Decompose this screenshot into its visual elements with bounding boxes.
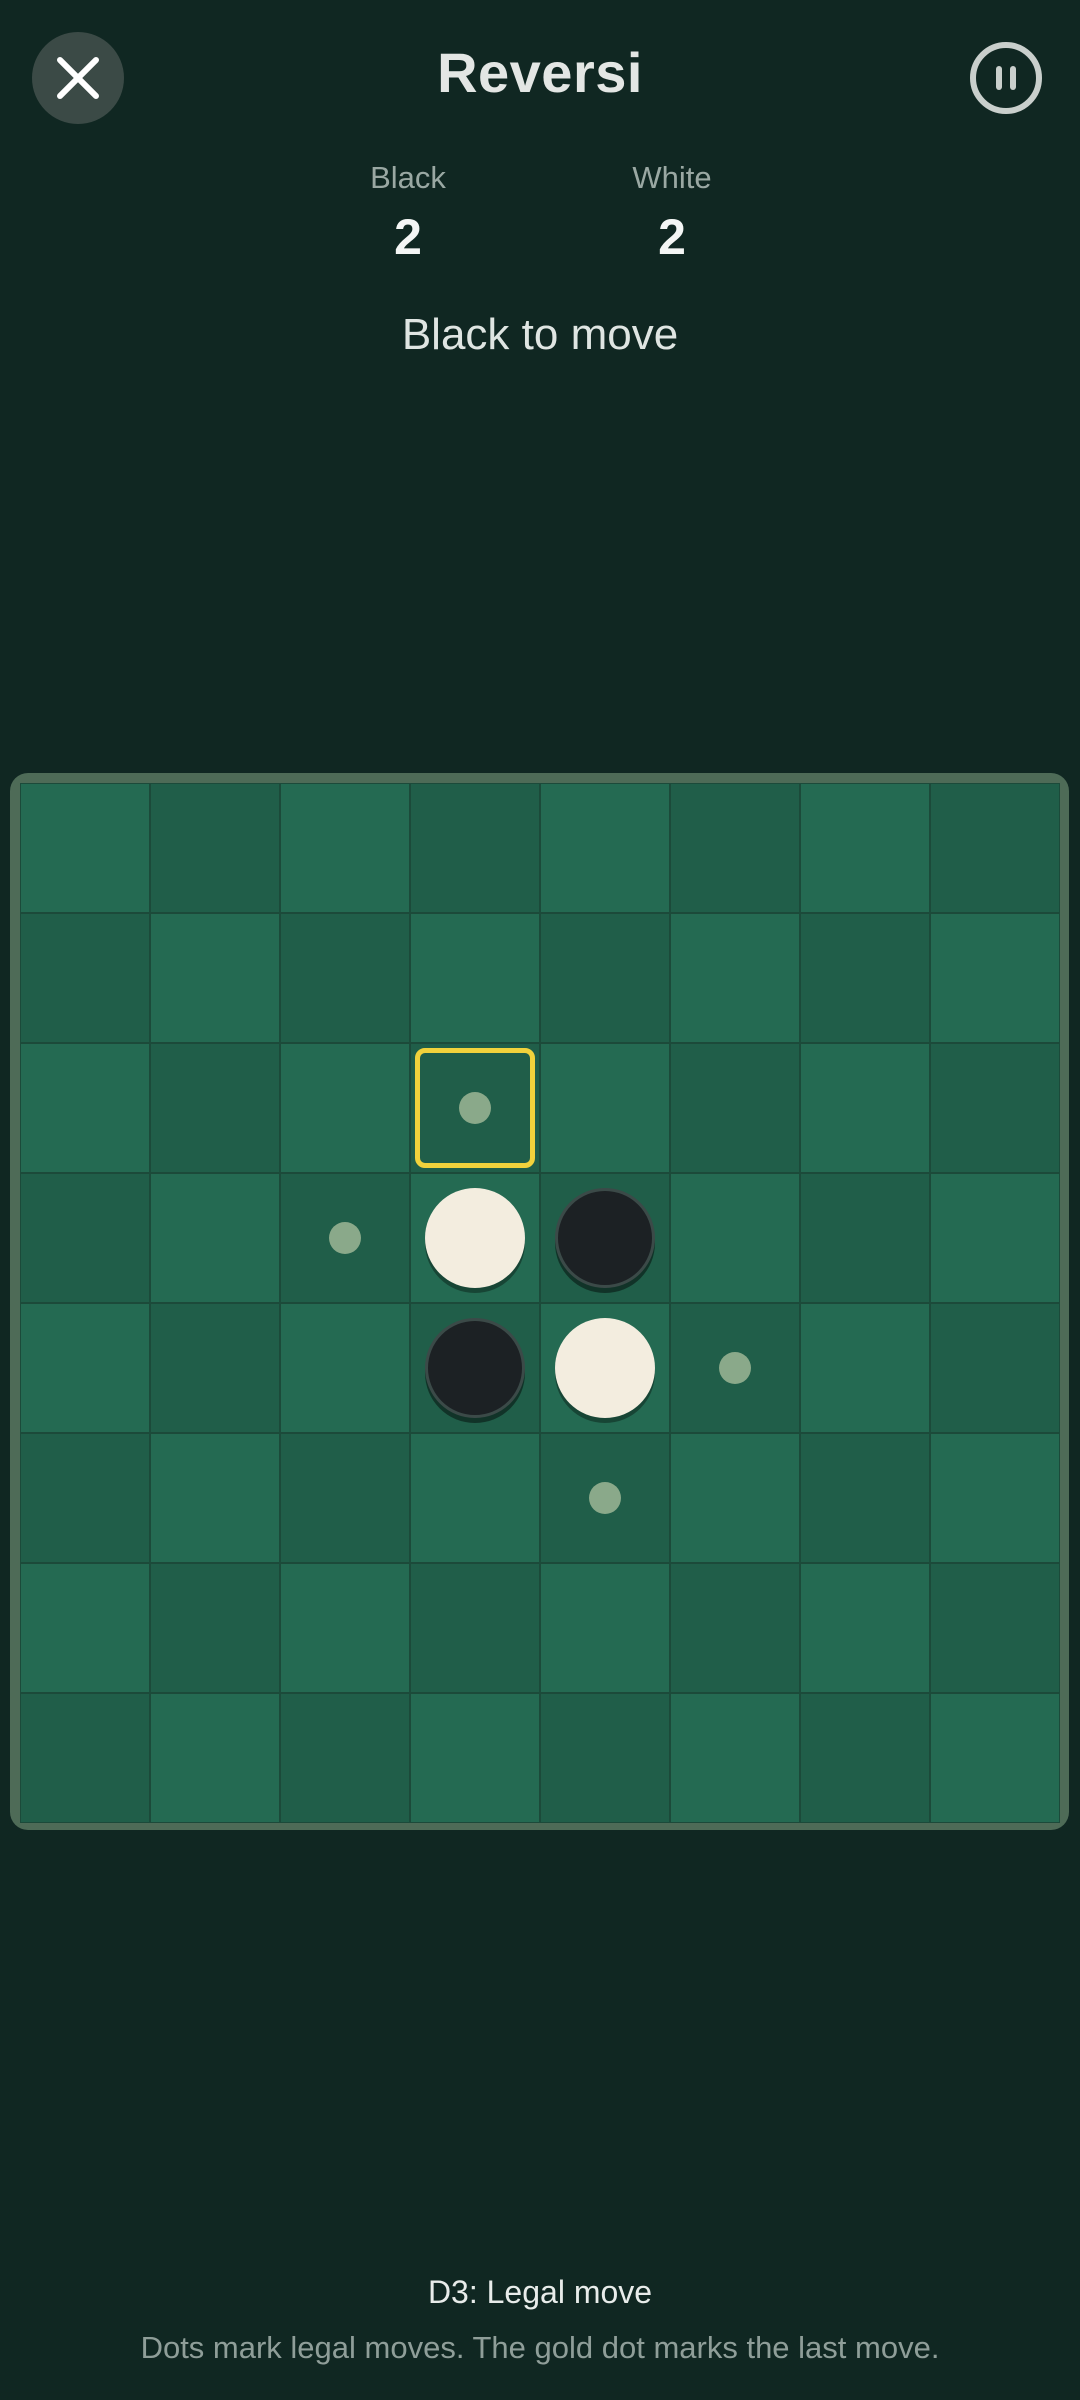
- page-title: Reversi: [437, 41, 643, 104]
- board-cell-h6[interactable]: [930, 1433, 1060, 1563]
- white-score-value: 2: [658, 209, 686, 265]
- black-score: Black 2: [308, 160, 508, 266]
- black-score-value: 2: [394, 209, 422, 265]
- legal-move-dot: [719, 1352, 751, 1384]
- board-cell-e2[interactable]: [540, 913, 670, 1043]
- board-cell-h3[interactable]: [930, 1043, 1060, 1173]
- board-cell-h2[interactable]: [930, 913, 1060, 1043]
- board-cell-c3[interactable]: [280, 1043, 410, 1173]
- white-disc: [555, 1318, 655, 1418]
- board-cell-f4[interactable]: [670, 1173, 800, 1303]
- board-cell-d7[interactable]: [410, 1563, 540, 1693]
- board-cell-d3[interactable]: [410, 1043, 540, 1173]
- board-cell-a8[interactable]: [20, 1693, 150, 1823]
- board-cell-c4[interactable]: [280, 1173, 410, 1303]
- board-cell-d8[interactable]: [410, 1693, 540, 1823]
- selection-highlight: [415, 1048, 535, 1168]
- board-cell-c8[interactable]: [280, 1693, 410, 1823]
- board-cell-b7[interactable]: [150, 1563, 280, 1693]
- board-cell-c5[interactable]: [280, 1303, 410, 1433]
- board-cell-a7[interactable]: [20, 1563, 150, 1693]
- board-cell-f7[interactable]: [670, 1563, 800, 1693]
- board-cell-e3[interactable]: [540, 1043, 670, 1173]
- board-cell-e5[interactable]: [540, 1303, 670, 1433]
- board-cell-c6[interactable]: [280, 1433, 410, 1563]
- board-cell-c7[interactable]: [280, 1563, 410, 1693]
- board-cell-h5[interactable]: [930, 1303, 1060, 1433]
- board-cell-e8[interactable]: [540, 1693, 670, 1823]
- board-cell-d5[interactable]: [410, 1303, 540, 1433]
- board-cell-g4[interactable]: [800, 1173, 930, 1303]
- hint-text: Dots mark legal moves. The gold dot mark…: [140, 2330, 940, 2365]
- board-cell-g7[interactable]: [800, 1563, 930, 1693]
- board-cell-b5[interactable]: [150, 1303, 280, 1433]
- pause-button[interactable]: [970, 42, 1042, 114]
- board-cell-d6[interactable]: [410, 1433, 540, 1563]
- board-cell-b6[interactable]: [150, 1433, 280, 1563]
- board-cell-a5[interactable]: [20, 1303, 150, 1433]
- board-cell-d1[interactable]: [410, 783, 540, 913]
- pause-icon: [996, 66, 1016, 90]
- board-cell-f1[interactable]: [670, 783, 800, 913]
- board-cell-e4[interactable]: [540, 1173, 670, 1303]
- board-cell-e6[interactable]: [540, 1433, 670, 1563]
- board-cell-g3[interactable]: [800, 1043, 930, 1173]
- board-cell-g5[interactable]: [800, 1303, 930, 1433]
- board-cell-d2[interactable]: [410, 913, 540, 1043]
- board-cell-a3[interactable]: [20, 1043, 150, 1173]
- board-cell-h1[interactable]: [930, 783, 1060, 913]
- board-cell-f2[interactable]: [670, 913, 800, 1043]
- board-cell-b2[interactable]: [150, 913, 280, 1043]
- board-cell-e7[interactable]: [540, 1563, 670, 1693]
- board-cell-b3[interactable]: [150, 1043, 280, 1173]
- board-cell-b4[interactable]: [150, 1173, 280, 1303]
- board-cell-f8[interactable]: [670, 1693, 800, 1823]
- board-cell-b8[interactable]: [150, 1693, 280, 1823]
- board-cell-a2[interactable]: [20, 913, 150, 1043]
- board-cell-a4[interactable]: [20, 1173, 150, 1303]
- board-cell-h8[interactable]: [930, 1693, 1060, 1823]
- board-cell-g2[interactable]: [800, 913, 930, 1043]
- white-score-label: White: [632, 160, 712, 195]
- white-disc: [425, 1188, 525, 1288]
- turn-status: Black to move: [401, 310, 679, 359]
- black-disc: [425, 1318, 525, 1418]
- board-cell-g8[interactable]: [800, 1693, 930, 1823]
- board-cell-f5[interactable]: [670, 1303, 800, 1433]
- board-cell-c1[interactable]: [280, 783, 410, 913]
- selected-cell-info: D3: Legal move: [427, 2274, 653, 2310]
- legal-move-dot: [589, 1482, 621, 1514]
- black-score-label: Black: [370, 160, 446, 195]
- board-cell-b1[interactable]: [150, 783, 280, 913]
- board-cell-a1[interactable]: [20, 783, 150, 913]
- board-cell-h4[interactable]: [930, 1173, 1060, 1303]
- black-disc: [555, 1188, 655, 1288]
- board-cell-f3[interactable]: [670, 1043, 800, 1173]
- board-cell-h7[interactable]: [930, 1563, 1060, 1693]
- white-score: White 2: [572, 160, 772, 266]
- board-cell-d4[interactable]: [410, 1173, 540, 1303]
- game-board: [20, 783, 1060, 1823]
- legal-move-dot: [329, 1222, 361, 1254]
- board-cell-g1[interactable]: [800, 783, 930, 913]
- board-cell-g6[interactable]: [800, 1433, 930, 1563]
- board-cell-a6[interactable]: [20, 1433, 150, 1563]
- board-cell-c2[interactable]: [280, 913, 410, 1043]
- board-cell-e1[interactable]: [540, 783, 670, 913]
- board-cell-f6[interactable]: [670, 1433, 800, 1563]
